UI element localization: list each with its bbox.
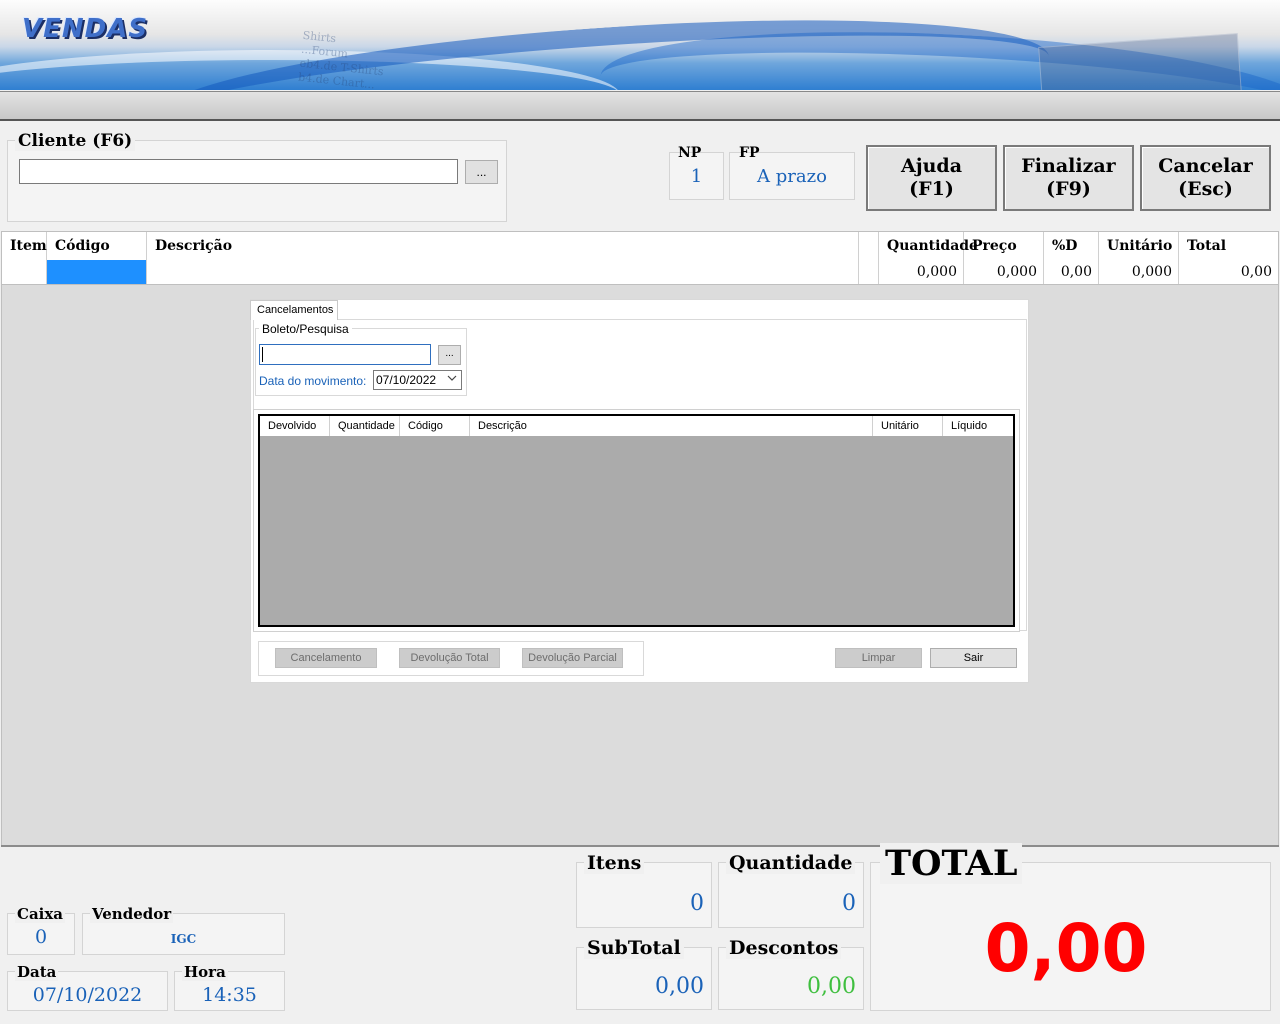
- caixa-value: 0: [34, 926, 48, 948]
- cell-blank[interactable]: [859, 260, 879, 284]
- cell-desconto[interactable]: 0,00: [1044, 260, 1099, 284]
- devolucao-parcial-button[interactable]: Devolução Parcial: [522, 648, 623, 668]
- col-header-unitario[interactable]: Unitário: [873, 416, 943, 436]
- subtotal-value: 0,00: [655, 974, 704, 999]
- col-header-item[interactable]: Item: [2, 232, 47, 260]
- data-movimento-label: Data do movimento:: [259, 374, 367, 388]
- ajuda-button-label: Ajuda: [900, 155, 963, 177]
- cancelamento-button[interactable]: Cancelamento: [275, 648, 377, 668]
- col-header-unitario[interactable]: Unitário: [1099, 232, 1179, 260]
- devolucao-grid-header: Devolvido Quantidade Código Descrição Un…: [260, 416, 1013, 436]
- cell-preco[interactable]: 0,000: [964, 260, 1044, 284]
- col-header-blank[interactable]: [859, 232, 879, 260]
- finalizar-button-shortcut: (F9): [1046, 178, 1091, 200]
- cancelar-button-label: Cancelar: [1158, 155, 1253, 177]
- cell-quantidade[interactable]: 0,000: [879, 260, 964, 284]
- col-header-codigo[interactable]: Código: [400, 416, 470, 436]
- limpar-button[interactable]: Limpar: [835, 648, 922, 668]
- devolucao-grid[interactable]: Devolvido Quantidade Código Descrição Un…: [258, 414, 1015, 627]
- col-header-descricao[interactable]: Descrição: [147, 232, 859, 260]
- banner-screen-graphic: [1038, 33, 1242, 90]
- vendedor-label: Vendedor: [90, 905, 174, 923]
- subtotal-label: SubTotal: [584, 937, 684, 959]
- np-label: NP: [678, 145, 702, 161]
- cliente-browse-button[interactable]: ...: [465, 160, 498, 184]
- descontos-value: 0,00: [807, 974, 856, 999]
- quantidade-label: Quantidade: [726, 852, 856, 874]
- cell-unitario[interactable]: 0,000: [1099, 260, 1179, 284]
- itens-value: 0: [690, 891, 704, 916]
- banner-paper-graphic: Shirts ...Forum eb4.de T-Shirts b4.de Ch…: [298, 29, 483, 90]
- cancelar-button-shortcut: (Esc): [1178, 178, 1233, 200]
- cell-codigo-selected[interactable]: [47, 260, 147, 284]
- total-value: 0,00: [984, 910, 1148, 987]
- cell-item[interactable]: [2, 260, 47, 284]
- col-header-quantidade[interactable]: Quantidade: [879, 232, 978, 260]
- cell-total[interactable]: 0,00: [1179, 260, 1278, 284]
- app-title: VENDAS: [22, 14, 149, 44]
- np-value: 1: [690, 166, 703, 187]
- tab-cancelamentos[interactable]: Cancelamentos: [250, 300, 338, 320]
- data-label: Data: [15, 963, 59, 981]
- sair-button[interactable]: Sair: [930, 648, 1017, 668]
- devolucao-total-button[interactable]: Devolução Total: [399, 648, 500, 668]
- col-header-total[interactable]: Total: [1179, 232, 1278, 260]
- col-header-preco[interactable]: Preço: [964, 232, 1044, 260]
- ajuda-button-shortcut: (F1): [909, 178, 954, 200]
- col-header-quantidade[interactable]: Quantidade: [330, 416, 400, 436]
- chevron-down-icon[interactable]: [447, 374, 457, 385]
- col-header-descricao[interactable]: Descrição: [470, 416, 873, 436]
- hora-value: 14:35: [202, 984, 257, 1006]
- quantidade-value: 0: [842, 891, 856, 916]
- finalizar-button[interactable]: Finalizar (F9): [1003, 145, 1134, 211]
- cell-descricao[interactable]: [147, 260, 859, 284]
- finalizar-button-label: Finalizar: [1021, 155, 1116, 177]
- data-movimento-value: 07/10/2022: [376, 373, 437, 387]
- cliente-label: Cliente (F6): [15, 131, 136, 151]
- col-header-devolvido[interactable]: Devolvido: [260, 416, 330, 436]
- ajuda-button[interactable]: Ajuda (F1): [866, 145, 997, 211]
- caixa-label: Caixa: [15, 905, 66, 923]
- col-header-desconto[interactable]: %D: [1044, 232, 1099, 260]
- vendedor-value: IGC: [170, 932, 197, 946]
- itens-label: Itens: [584, 852, 645, 874]
- toolbar-strip: [0, 91, 1280, 121]
- total-label: TOTAL: [880, 843, 1023, 884]
- col-header-liquido[interactable]: Líquido: [943, 416, 1013, 436]
- cancelar-button[interactable]: Cancelar (Esc): [1140, 145, 1271, 211]
- descontos-label: Descontos: [726, 937, 842, 959]
- header-banner: Shirts ...Forum eb4.de T-Shirts b4.de Ch…: [0, 0, 1280, 90]
- hora-label: Hora: [182, 963, 228, 981]
- text-caret: [262, 347, 263, 362]
- data-value: 07/10/2022: [32, 984, 143, 1006]
- boleto-label: Boleto/Pesquisa: [259, 322, 352, 336]
- items-grid[interactable]: Item Código Descrição Quantidade Preço %…: [1, 231, 1279, 285]
- boleto-browse-button[interactable]: ...: [438, 345, 461, 365]
- cliente-input[interactable]: [19, 159, 458, 184]
- boleto-input[interactable]: [259, 344, 431, 365]
- col-header-codigo[interactable]: Código: [47, 232, 147, 260]
- fp-label: FP: [739, 145, 760, 161]
- fp-value[interactable]: A prazo: [729, 166, 855, 187]
